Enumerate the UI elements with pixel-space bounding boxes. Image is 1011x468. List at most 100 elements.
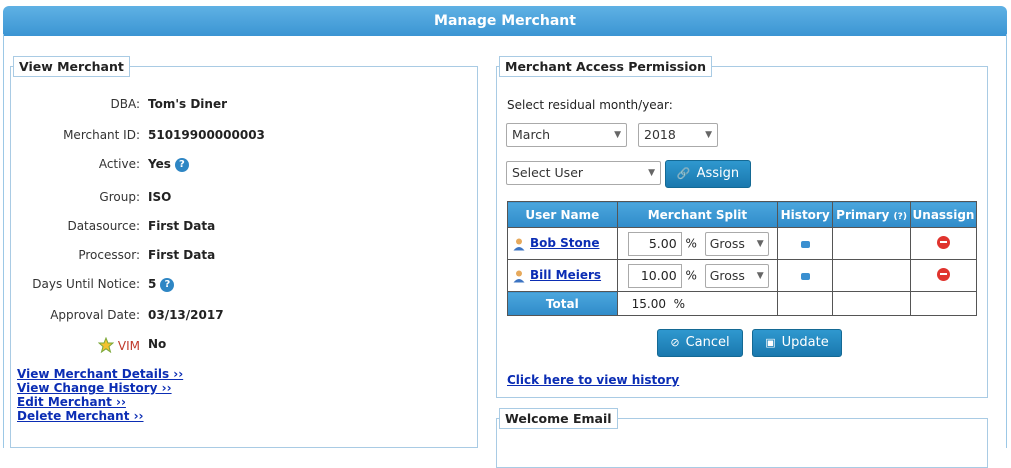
user-cell: Bob Stone <box>507 227 618 260</box>
field-active: Active: Yes? <box>0 157 460 175</box>
split-cell: 5.00 % Gross ▼ <box>616 227 779 260</box>
access-legend: Merchant Access Permission <box>499 56 713 77</box>
permission-table: User Name Merchant Split History Primary… <box>507 201 978 316</box>
update-label: Update <box>781 335 829 350</box>
cancel-button[interactable]: ⊘ Cancel <box>657 329 743 357</box>
history-icon[interactable] <box>800 240 810 248</box>
history-cell <box>777 259 834 292</box>
user-link[interactable]: Bill Meiers <box>530 268 601 282</box>
col-unassign: Unassign <box>909 201 978 228</box>
field-value: Yes <box>148 157 171 171</box>
field-label: Processor: <box>78 248 140 262</box>
field-label: Approval Date: <box>50 308 140 322</box>
col-primary-label: Primary <box>836 207 890 222</box>
field-processor: Processor: First Data <box>0 248 460 266</box>
chevron-down-icon: ▼ <box>705 130 712 140</box>
remove-icon[interactable] <box>936 267 950 281</box>
user-select[interactable]: Select User ▼ <box>506 161 661 185</box>
field-vim: VIM No <box>0 336 460 355</box>
history-icon[interactable] <box>800 272 810 280</box>
primary-cell[interactable] <box>832 259 911 292</box>
chevron-down-icon: ▼ <box>648 168 655 178</box>
total-label: Total <box>507 291 618 316</box>
field-dba: DBA: Tom's Diner <box>0 97 460 115</box>
star-icon <box>97 336 115 354</box>
field-value: 51019900000003 <box>148 128 265 142</box>
update-button[interactable]: ▣ Update <box>752 329 842 357</box>
basis-select[interactable]: Gross ▼ <box>704 263 769 288</box>
col-history: History <box>777 201 834 228</box>
year-select[interactable]: 2018 ▼ <box>638 123 718 147</box>
empty-cell <box>777 291 834 316</box>
field-value: First Data <box>148 219 216 233</box>
basis-select[interactable]: Gross ▼ <box>704 231 769 256</box>
primary-help-icon[interactable]: (?) <box>894 212 907 222</box>
edit-merchant-link[interactable]: Edit Merchant ›› <box>17 395 183 409</box>
month-select[interactable]: March ▼ <box>506 123 627 147</box>
view-history-link[interactable]: Click here to view history <box>507 373 679 387</box>
split-cell: 10.00 % Gross ▼ <box>616 259 779 292</box>
col-merchant-split: Merchant Split <box>616 201 779 228</box>
field-label: Active: <box>98 157 140 171</box>
field-group: Group: ISO <box>0 190 460 208</box>
help-icon[interactable]: ? <box>160 277 175 292</box>
total-row: Total 15.00 % <box>507 291 978 316</box>
user-link[interactable]: Bob Stone <box>530 236 599 250</box>
percent-sign: % <box>685 236 697 250</box>
field-merchant-id: Merchant ID: 51019900000003 <box>0 128 460 146</box>
unassign-cell <box>909 259 978 292</box>
chevron-down-icon: ▼ <box>614 130 621 140</box>
field-datasource: Datasource: First Data <box>0 219 460 237</box>
split-input[interactable]: 5.00 <box>627 231 682 256</box>
split-input[interactable]: 10.00 <box>627 263 682 288</box>
field-label: Merchant ID: <box>63 128 140 142</box>
field-value: 5 <box>148 277 157 291</box>
vim-label: VIM <box>117 339 140 353</box>
assign-button[interactable]: 🔗 Assign <box>665 160 751 188</box>
table-row: Bill Meiers 10.00 % Gross ▼ <box>507 259 978 292</box>
table-row: Bob Stone 5.00 % Gross ▼ <box>507 227 978 260</box>
primary-cell[interactable] <box>832 227 911 260</box>
cancel-label: Cancel <box>685 335 730 350</box>
view-change-history-link[interactable]: View Change History ›› <box>17 381 183 395</box>
chevron-down-icon: ▼ <box>756 270 764 281</box>
user-cell: Bill Meiers <box>507 259 618 292</box>
view-merchant-details-link[interactable]: View Merchant Details ›› <box>17 367 183 381</box>
chevron-down-icon: ▼ <box>756 238 764 249</box>
page-title: Manage Merchant <box>434 13 576 29</box>
field-label: DBA: <box>110 97 140 111</box>
field-label: Days Until Notice: <box>32 277 140 291</box>
remove-icon[interactable] <box>936 235 950 249</box>
welcome-email-panel: Welcome Email <box>496 408 988 468</box>
user-icon <box>513 238 525 251</box>
assign-label: Assign <box>696 166 740 181</box>
merchant-links: View Merchant Details ›› View Change His… <box>17 367 183 423</box>
month-value: March <box>512 127 551 142</box>
field-value: Tom's Diner <box>148 97 228 111</box>
user-icon <box>513 270 525 283</box>
field-value: First Data <box>148 248 216 262</box>
view-merchant-legend: View Merchant <box>13 56 130 77</box>
user-select-value: Select User <box>512 165 584 180</box>
delete-merchant-link[interactable]: Delete Merchant ›› <box>17 409 183 423</box>
year-value: 2018 <box>644 127 676 142</box>
field-value: ISO <box>148 190 172 204</box>
empty-cell <box>909 291 978 316</box>
basis-value: Gross <box>709 267 745 283</box>
link-icon: 🔗 <box>676 167 691 180</box>
field-approval-date: Approval Date: 03/13/2017 <box>0 308 460 326</box>
field-value: 03/13/2017 <box>148 308 224 322</box>
basis-value: Gross <box>709 235 745 251</box>
residual-prompt: Select residual month/year: <box>507 98 673 112</box>
help-icon[interactable]: ? <box>174 157 189 172</box>
unassign-cell <box>909 227 978 260</box>
col-primary: Primary (?) <box>832 201 911 228</box>
total-value: 15.00 % <box>616 291 779 316</box>
percent-sign: % <box>685 268 697 282</box>
field-value: No <box>148 337 167 351</box>
welcome-email-legend: Welcome Email <box>499 408 618 429</box>
save-icon: ▣ <box>765 336 776 349</box>
field-label: Datasource: <box>67 219 140 233</box>
col-user-name: User Name <box>507 201 618 228</box>
field-days-until-notice: Days Until Notice: 5? <box>0 277 460 295</box>
